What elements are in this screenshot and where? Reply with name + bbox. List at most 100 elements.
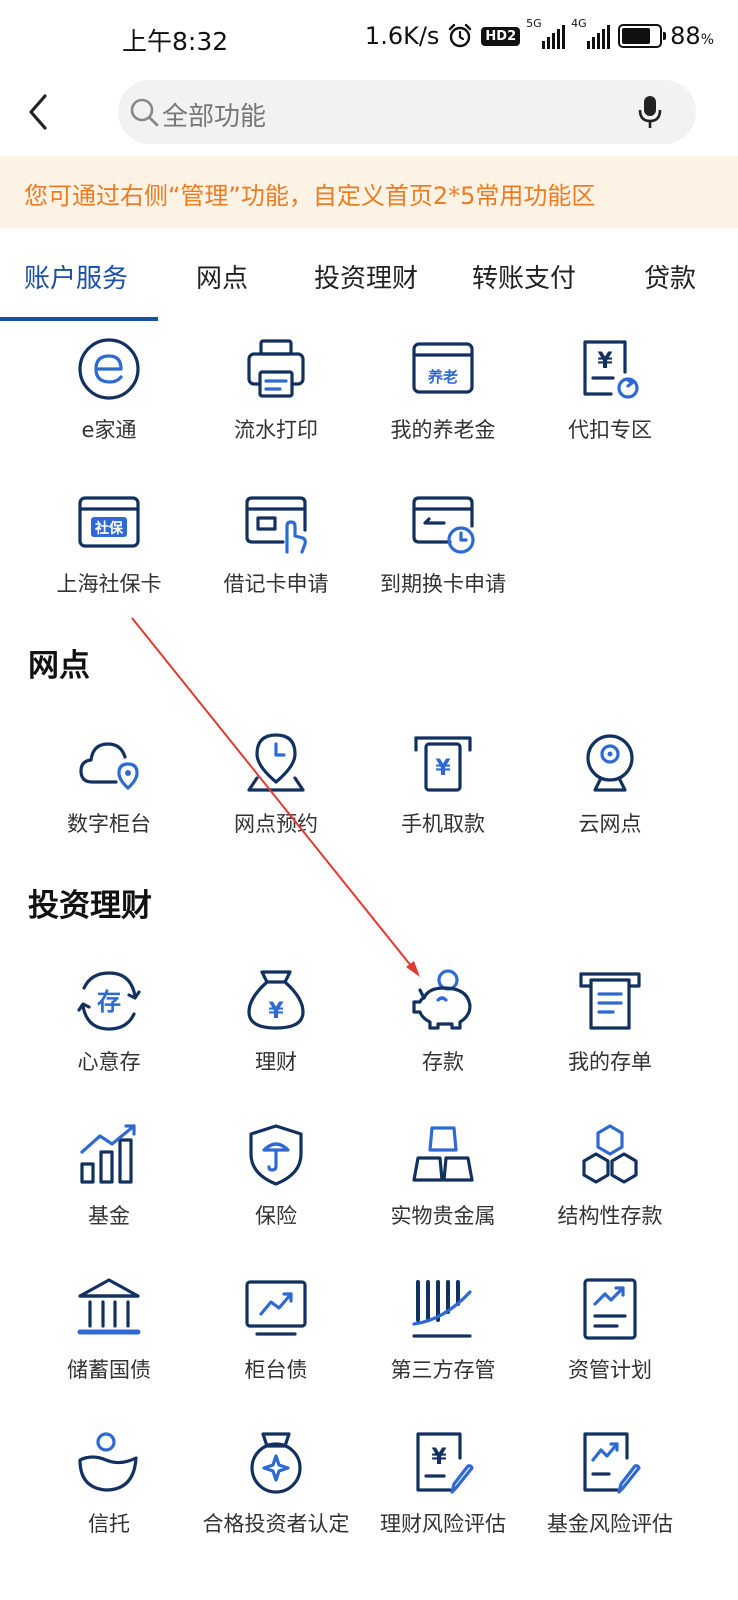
tip-banner: 您可通过右侧“管理”功能，自定义首页2*5常用功能区	[0, 156, 738, 228]
status-bar: 上午8:32 1.6K/s HD2 5G 4G 88%	[0, 0, 738, 80]
svg-text:¥: ¥	[435, 756, 451, 781]
bank-building-icon	[77, 1278, 141, 1335]
item-label: 存款	[422, 1050, 464, 1074]
trust-icon	[78, 1432, 138, 1492]
item-label: 结构性存款	[557, 1204, 663, 1228]
cloud-location-icon	[79, 742, 139, 790]
item-asset-plan[interactable]: 资管计划	[526, 1276, 694, 1396]
item-label: 基金风险评估	[547, 1512, 673, 1536]
item-mobile-withdrawal[interactable]: ¥ 手机取款	[359, 730, 527, 850]
signal-4g-label: 4G	[571, 17, 587, 30]
money-bag-icon: ¥	[247, 970, 305, 1030]
atm-withdraw-icon: ¥	[414, 736, 472, 792]
item-card-renewal[interactable]: 到期换卡申请	[359, 490, 527, 610]
pension-card-icon: 养老	[412, 342, 474, 394]
svg-text:存: 存	[97, 988, 121, 1016]
appointment-icon	[247, 733, 305, 792]
item-savings-bonds[interactable]: 储蓄国债	[25, 1276, 193, 1396]
search-icon	[130, 98, 159, 127]
svg-text:¥: ¥	[431, 1445, 447, 1470]
hexagons-icon	[582, 1124, 638, 1184]
svg-text:社保: 社保	[94, 520, 124, 537]
item-wealth-risk-assessment[interactable]: ¥ 理财风险评估	[359, 1430, 527, 1550]
category-tabs: 账户服务 网点 投资理财 转账支付 贷款	[0, 240, 738, 322]
fund-risk-icon	[583, 1432, 641, 1494]
printer-icon	[247, 339, 305, 398]
item-precious-metals[interactable]: 实物贵金属	[359, 1122, 527, 1242]
plan-document-icon	[583, 1278, 637, 1340]
microphone-icon[interactable]	[636, 94, 664, 130]
signal-5g-icon: 5G	[526, 17, 566, 49]
tab-investment[interactable]: 投资理财	[314, 258, 418, 295]
item-label: 信托	[88, 1512, 130, 1536]
item-label: 我的存单	[568, 1050, 652, 1074]
webcam-icon	[586, 734, 634, 792]
tab-outlets[interactable]: 网点	[196, 258, 248, 295]
item-my-certificates[interactable]: 我的存单	[526, 968, 694, 1088]
item-third-party-custody[interactable]: 第三方存管	[359, 1276, 527, 1396]
alarm-icon	[449, 23, 472, 48]
item-label: 流水打印	[234, 418, 318, 442]
item-trust[interactable]: 信托	[25, 1430, 193, 1550]
item-label: 借记卡申请	[223, 572, 329, 596]
monitor-trend-icon	[245, 1280, 307, 1336]
item-statement-print[interactable]: 流水打印	[192, 336, 360, 456]
fund-chart-icon	[80, 1124, 136, 1184]
item-insurance[interactable]: 保险	[192, 1122, 360, 1242]
item-fund[interactable]: 基金	[25, 1122, 193, 1242]
svg-text:¥: ¥	[597, 349, 613, 374]
item-label: 手机取款	[401, 812, 485, 836]
item-wealth-management[interactable]: ¥ 理财	[192, 968, 360, 1088]
card-renewal-icon	[412, 496, 475, 554]
e-home-icon	[78, 338, 140, 400]
item-xinyi-deposit[interactable]: 存 心意存	[25, 968, 193, 1088]
item-deposit[interactable]: 存款	[359, 968, 527, 1088]
item-debit-card-apply[interactable]: 借记卡申请	[192, 490, 360, 610]
section-title-outlets: 网点	[28, 648, 90, 684]
item-shanghai-social-card[interactable]: 社保 上海社保卡	[25, 490, 193, 610]
item-label: 第三方存管	[390, 1358, 496, 1382]
item-fund-risk-assessment[interactable]: 基金风险评估	[526, 1430, 694, 1550]
deposit-cycle-icon: 存	[77, 971, 141, 1031]
item-label: 保险	[255, 1204, 297, 1228]
item-e-home[interactable]: e家通	[25, 336, 193, 456]
item-label: 云网点	[578, 812, 642, 836]
piggy-bank-icon	[412, 969, 472, 1030]
item-label: 网点预约	[234, 812, 318, 836]
tab-transfer-payment[interactable]: 转账支付	[472, 258, 576, 295]
active-tab-indicator	[0, 317, 158, 321]
debit-card-icon	[245, 496, 307, 554]
item-digital-counter[interactable]: 数字柜台	[25, 730, 193, 850]
item-qualified-investor[interactable]: 合格投资者认定	[192, 1430, 360, 1550]
item-structured-deposit[interactable]: 结构性存款	[526, 1122, 694, 1242]
item-counter-bonds[interactable]: 柜台债	[192, 1276, 360, 1396]
item-label: 我的养老金	[390, 418, 496, 442]
item-label: 合格投资者认定	[202, 1512, 350, 1536]
item-label: 柜台债	[244, 1358, 308, 1382]
signal-4g-icon: 4G	[571, 17, 611, 49]
item-label: 资管计划	[568, 1358, 652, 1382]
network-speed: 1.6K/s	[364, 22, 440, 50]
insurance-shield-icon	[249, 1124, 303, 1186]
withholding-icon: ¥	[583, 340, 639, 399]
item-withholding-zone[interactable]: ¥ 代扣专区	[526, 336, 694, 456]
tab-loans[interactable]: 贷款	[644, 258, 696, 295]
tab-account-services[interactable]: 账户服务	[24, 258, 128, 295]
svg-text:养老: 养老	[427, 368, 458, 386]
tip-banner-text: 您可通过右侧“管理”功能，自定义首页2*5常用功能区	[24, 182, 596, 210]
status-time: 上午8:32	[122, 27, 229, 56]
item-label: 心意存	[77, 1050, 141, 1074]
item-cloud-outlet[interactable]: 云网点	[526, 730, 694, 850]
item-my-pension[interactable]: 养老 我的养老金	[359, 336, 527, 456]
item-label: 数字柜台	[67, 812, 151, 836]
hd-voice-badge: HD2	[481, 26, 521, 46]
item-label: 上海社保卡	[56, 572, 162, 596]
search-input[interactable]: 全部功能	[118, 80, 696, 144]
battery-icon	[618, 24, 667, 48]
item-outlet-appointment[interactable]: 网点预约	[192, 730, 360, 850]
status-indicators: 1.6K/s HD2 5G 4G 88%	[364, 17, 714, 50]
item-label: 理财	[255, 1050, 297, 1074]
item-label: 实物贵金属	[390, 1204, 496, 1228]
signal-5g-label: 5G	[526, 17, 542, 30]
back-arrow-icon[interactable]	[18, 90, 58, 134]
